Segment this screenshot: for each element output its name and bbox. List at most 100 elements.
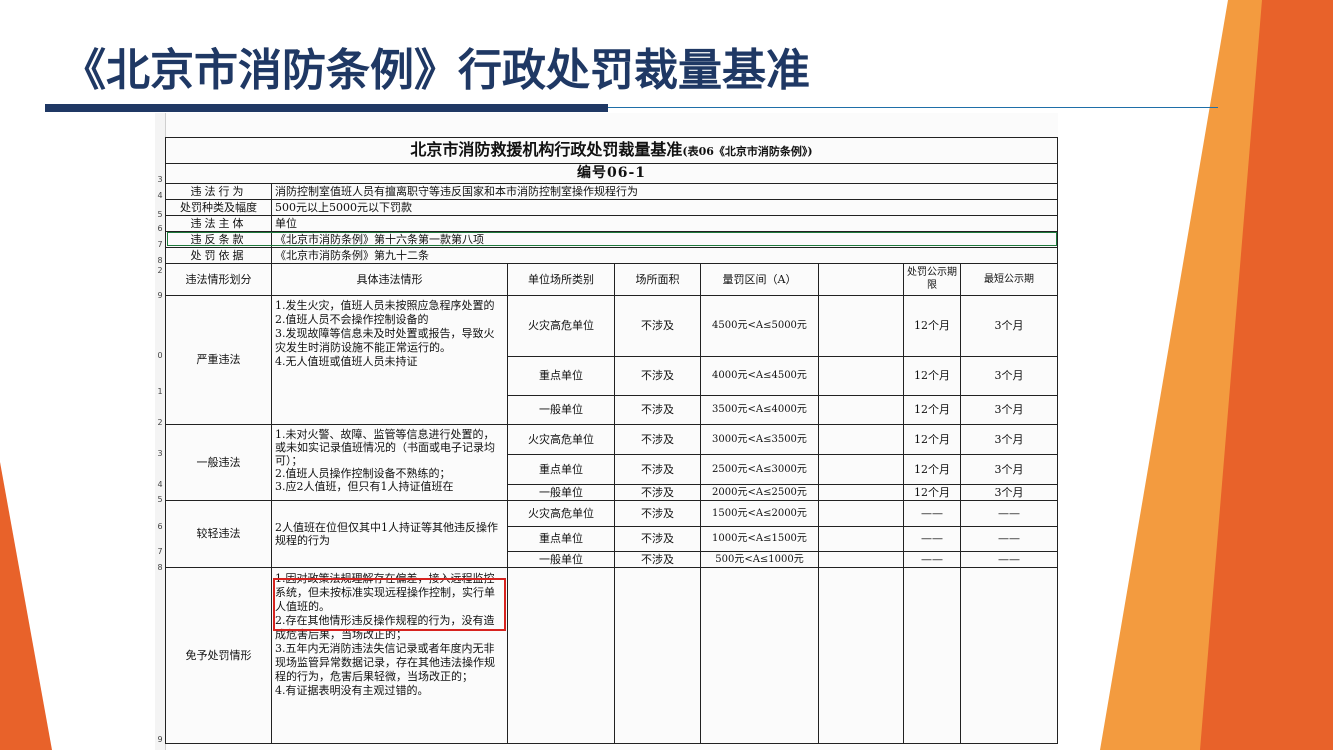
unit-type: 重点单位: [507, 525, 615, 552]
blank-row: [165, 113, 1058, 138]
heading-sub: (表06《北京市消防条例》): [682, 144, 813, 158]
spreadsheet-screenshot: 2 3 4 5 6 7 8 9 0 1 2 3 4 5 6 7 8 9 北京市消…: [155, 113, 1058, 750]
column-header: 处罚公示期限: [903, 262, 961, 296]
row-number: 7: [157, 240, 163, 249]
row-number: 8: [157, 563, 163, 572]
publicity-period: ——: [903, 525, 961, 552]
column-header: 量罚区间（A）: [700, 262, 819, 296]
row-number: 6: [157, 522, 163, 531]
publicity-period: ——: [903, 499, 961, 527]
sheet-code: 编号06-1: [165, 162, 1058, 184]
column-header: 违法情形划分: [165, 262, 272, 296]
description-line: 1.未对火警、故障、监管等信息进行处置的，或未如实记录值班情况的（书面或电子记录…: [275, 427, 495, 467]
penalty-range: 4500元<A≤5000元: [700, 294, 819, 357]
publicity-period: ——: [903, 550, 961, 568]
area: 不涉及: [614, 550, 701, 568]
penalty-range: 3500元<A≤4000元: [700, 394, 819, 425]
penalty-range: 3000元<A≤3500元: [700, 423, 819, 455]
blank-cell: [818, 499, 904, 527]
min-publicity: 3个月: [960, 483, 1058, 501]
description-line: 4.无人值班或值班人员未持证: [275, 354, 418, 368]
penalty-range: 1500元<A≤2000元: [700, 499, 819, 527]
penalty-range: 1000元<A≤1500元: [700, 525, 819, 552]
blank-cell: [818, 550, 904, 568]
description-line: 3.应2人值班，但只有1人持证值班在: [275, 479, 454, 493]
min-publicity: 3个月: [960, 355, 1058, 396]
min-publicity: ——: [960, 499, 1058, 527]
row-number: 8: [157, 256, 163, 265]
highlight-box: [273, 578, 506, 631]
description-line: 4.有证据表明没有主观过错的。: [275, 683, 429, 697]
sheet-heading: 北京市消防救援机构行政处罚裁量基准(表06《北京市消防条例》): [165, 136, 1058, 164]
row-number: 5: [157, 210, 163, 219]
area: 不涉及: [614, 453, 701, 485]
column-header: 场所面积: [614, 262, 701, 296]
unit-type: 火灾高危单位: [507, 294, 615, 357]
unit-type: 重点单位: [507, 355, 615, 396]
description-line: 2人值班在位但仅其中1人持证等其他违反操作规程的行为: [275, 520, 498, 547]
description-cell: 1.发生火灾，值班人员未按照应急程序处置的 2.值班人员不会操作控制设备的 3.…: [271, 294, 508, 425]
description-line: 3.发现故障等信息未及时处置或报告，导致火灾发生时消防设施不能正常运行的。: [275, 326, 495, 354]
description-line: 2.值班人员不会操作控制设备的: [275, 312, 429, 326]
unit-type: 重点单位: [507, 453, 615, 485]
heading-main: 北京市消防救援机构行政处罚裁量基准: [410, 139, 683, 159]
unit-type: 火灾高危单位: [507, 423, 615, 455]
info-value: 消防控制室值班人员有擅离职守等违反国家和本市消防控制室操作规程行为: [271, 182, 1058, 200]
blank-cell: [700, 566, 819, 744]
area: 不涉及: [614, 355, 701, 396]
category-cell: 免予处罚情形: [165, 566, 272, 744]
blank-cell: [818, 453, 904, 485]
row-number: 9: [157, 735, 163, 744]
min-publicity: 3个月: [960, 423, 1058, 455]
blank-cell: [818, 394, 904, 425]
unit-type: 火灾高危单位: [507, 499, 615, 527]
penalty-range: 500元<A≤1000元: [700, 550, 819, 568]
publicity-period: 12个月: [903, 423, 961, 455]
row-number: 6: [157, 224, 163, 233]
column-header: 最短公示期: [960, 262, 1058, 296]
unit-type: 一般单位: [507, 483, 615, 501]
category-cell: 严重违法: [165, 294, 272, 425]
info-label: 违法主体: [165, 214, 272, 232]
description-line: 3.五年内无消防违法失信记录或者年度内无非现场监管异常数据记录，存在其他违法操作…: [275, 641, 495, 683]
row-number: 2: [157, 266, 163, 275]
info-label: 违法行为: [165, 182, 272, 200]
info-label: 违反条款: [165, 230, 272, 248]
slide-title: 《北京市消防条例》行政处罚裁量基准: [62, 45, 810, 96]
column-header: 单位场所类别: [507, 262, 615, 296]
publicity-period: 12个月: [903, 483, 961, 501]
min-publicity: ——: [960, 550, 1058, 568]
description-line: 2.值班人员操作控制设备不熟练的；: [275, 466, 451, 480]
area: 不涉及: [614, 423, 701, 455]
left-orange-corner: [0, 462, 52, 750]
min-publicity: 3个月: [960, 394, 1058, 425]
min-publicity: 3个月: [960, 453, 1058, 485]
info-value: 《北京市消防条例》第十六条第一款第八项: [271, 230, 1058, 248]
row-number: 5: [157, 495, 163, 504]
info-label: 处罚种类及幅度: [165, 198, 272, 216]
blank-cell: [818, 483, 904, 501]
row-number: 2: [157, 418, 163, 427]
row-number: 3: [157, 175, 163, 184]
blank-cell: [960, 566, 1058, 744]
publicity-period: 12个月: [903, 355, 961, 396]
info-value: 《北京市消防条例》第九十二条: [271, 246, 1058, 264]
min-publicity: 3个月: [960, 294, 1058, 357]
column-header: [818, 262, 904, 296]
penalty-range: 4000元<A≤4500元: [700, 355, 819, 396]
penalty-range: 2000元<A≤2500元: [700, 483, 819, 501]
min-publicity: ——: [960, 525, 1058, 552]
blank-cell: [818, 525, 904, 552]
row-number: 9: [157, 291, 163, 300]
slide: 《北京市消防条例》行政处罚裁量基准 2 3 4 5 6 7 8 9 0 1 2 …: [0, 0, 1333, 750]
publicity-period: 12个月: [903, 294, 961, 357]
blank-cell: [818, 423, 904, 455]
publicity-period: 12个月: [903, 394, 961, 425]
row-number: 4: [157, 480, 163, 489]
blank-cell: [818, 355, 904, 396]
column-header: 具体违法情形: [271, 262, 508, 296]
area: 不涉及: [614, 483, 701, 501]
info-label: 处罚依据: [165, 246, 272, 264]
area: 不涉及: [614, 394, 701, 425]
area: 不涉及: [614, 294, 701, 357]
